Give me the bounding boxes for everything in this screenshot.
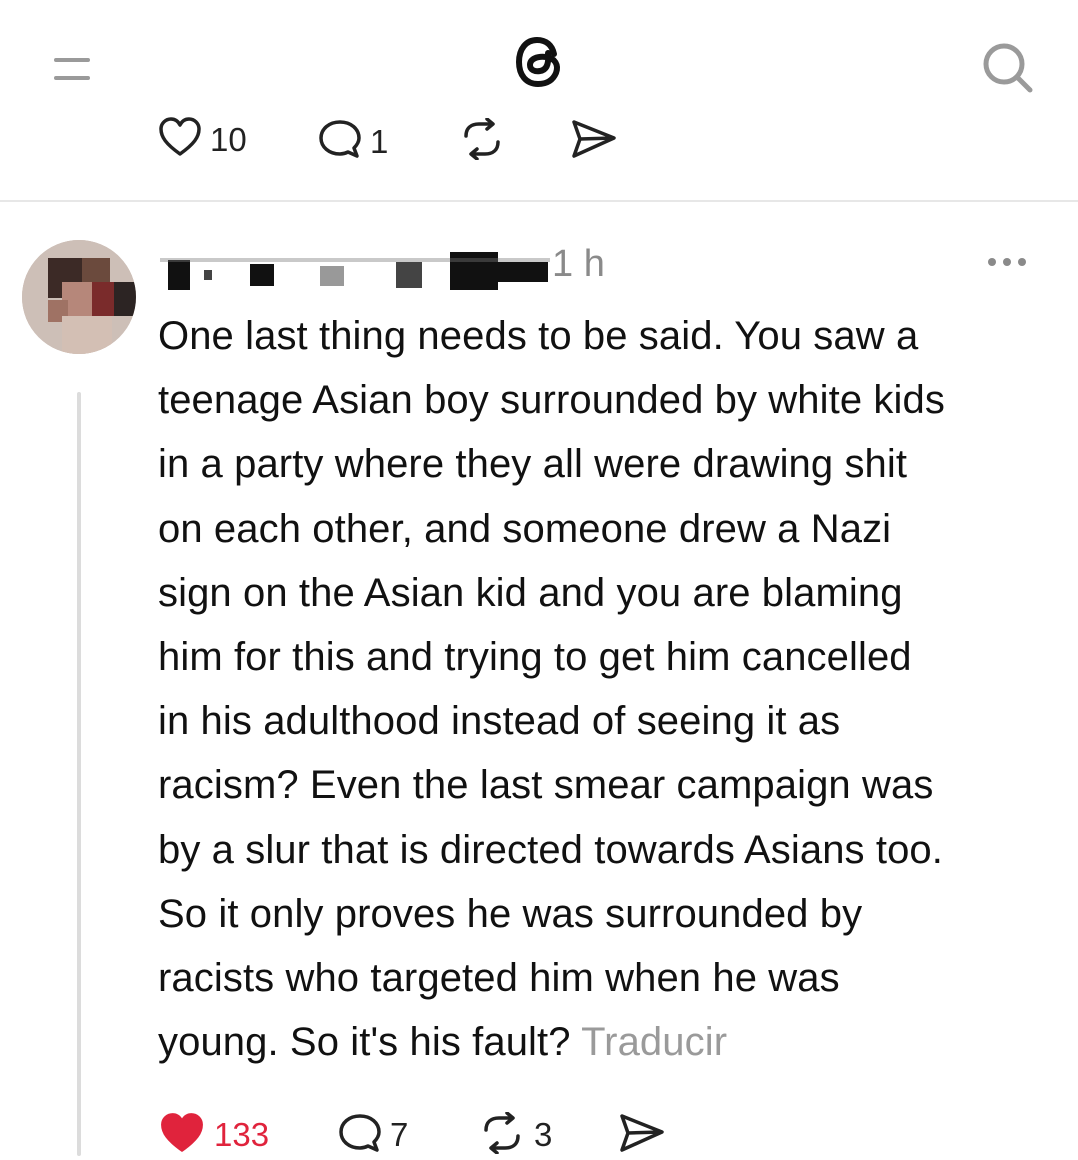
search-icon[interactable] [980,40,1036,96]
like-button[interactable]: 10 [158,116,247,163]
like-count: 133 [214,1116,270,1153]
menu-icon[interactable] [52,52,92,86]
post-time: 1 h [552,243,605,285]
share-button[interactable] [618,1110,666,1160]
reply-count: 7 [390,1116,409,1153]
reply-count: 1 [370,122,389,160]
threads-logo-icon[interactable] [502,24,578,100]
avatar[interactable] [22,240,136,354]
more-options-icon[interactable] [985,255,1029,269]
heart-filled-icon [158,1111,206,1160]
username-redacted[interactable] [160,246,550,294]
repost-count: 3 [534,1116,553,1153]
comment-icon [338,1112,382,1159]
divider [0,200,1078,202]
thread-line [77,392,81,1156]
repost-icon [458,117,506,165]
reply-button[interactable]: 1 [318,118,388,165]
share-icon [618,1112,666,1159]
heart-icon [158,116,202,163]
repost-icon [478,1110,526,1159]
repost-button[interactable] [458,117,506,165]
share-button[interactable] [570,118,618,165]
like-count: 10 [210,120,247,158]
post-text: One last thing needs to be said. You saw… [158,314,945,1065]
like-button[interactable]: 133 [158,1110,269,1160]
share-icon [570,118,618,165]
reply-button[interactable]: 7 [338,1110,408,1160]
translate-link[interactable]: Traducir [581,1020,727,1064]
comment-icon [318,118,362,165]
repost-button[interactable]: 3 [478,1110,552,1160]
post-body: One last thing needs to be said. You saw… [158,304,1058,1074]
